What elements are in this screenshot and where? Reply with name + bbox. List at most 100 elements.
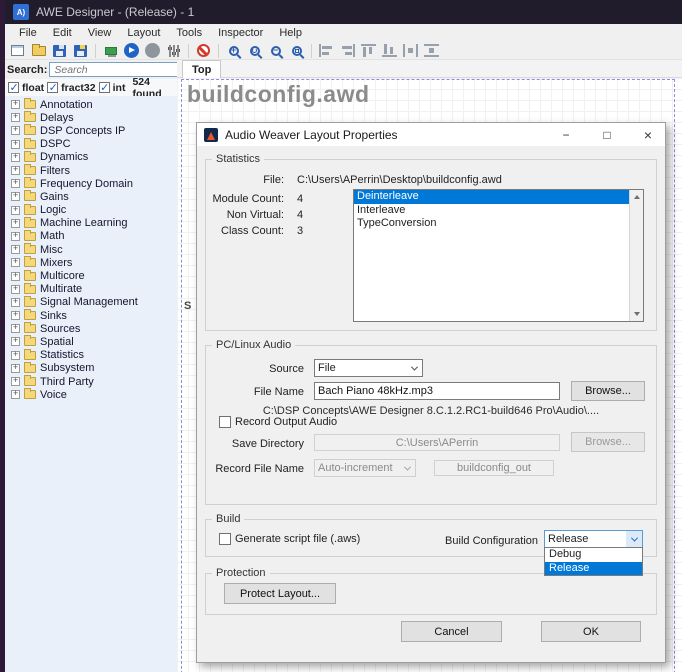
- tree-item-subsystem[interactable]: Subsystem: [5, 362, 177, 375]
- option-release[interactable]: Release: [545, 562, 642, 576]
- dialog-title-bar[interactable]: Audio Weaver Layout Properties − □ ×: [197, 123, 665, 146]
- open-icon[interactable]: [30, 43, 47, 59]
- save-as-icon[interactable]: [72, 43, 89, 59]
- menu-inspector[interactable]: Inspector: [210, 25, 271, 41]
- listbox-item[interactable]: Interleave: [354, 204, 643, 218]
- file-name-input[interactable]: Bach Piano 48kHz.mp3: [314, 382, 560, 400]
- expand-plus-icon[interactable]: [11, 337, 20, 346]
- listbox-scrollbar[interactable]: [629, 190, 643, 321]
- menu-edit[interactable]: Edit: [45, 25, 80, 41]
- dropdown-chevron-area[interactable]: [626, 531, 642, 547]
- align-left-icon[interactable]: [318, 43, 335, 59]
- distribute-horizontal-icon[interactable]: [402, 43, 419, 59]
- expand-plus-icon[interactable]: [11, 377, 20, 386]
- tree-item-voice[interactable]: Voice: [5, 388, 177, 401]
- tree-item-statistics[interactable]: Statistics: [5, 349, 177, 362]
- expand-plus-icon[interactable]: [11, 232, 20, 241]
- int-checkbox[interactable]: [99, 82, 110, 93]
- stop-icon[interactable]: [144, 43, 161, 59]
- build-configuration-dropdown[interactable]: Release: [544, 530, 643, 548]
- tree-item-delays[interactable]: Delays: [5, 111, 177, 124]
- tree-item-spatial[interactable]: Spatial: [5, 335, 177, 348]
- expand-plus-icon[interactable]: [11, 351, 20, 360]
- source-dropdown[interactable]: File: [314, 359, 423, 377]
- tree-item-frequency-domain[interactable]: Frequency Domain: [5, 177, 177, 190]
- audio-levels-icon[interactable]: [165, 43, 182, 59]
- fract32-checkbox[interactable]: [47, 82, 58, 93]
- expand-plus-icon[interactable]: [11, 219, 20, 228]
- option-debug[interactable]: Debug: [545, 548, 642, 562]
- expand-plus-icon[interactable]: [11, 272, 20, 281]
- expand-plus-icon[interactable]: [11, 206, 20, 215]
- tree-item-signal-management[interactable]: Signal Management: [5, 296, 177, 309]
- scroll-down-icon[interactable]: [634, 312, 640, 316]
- expand-plus-icon[interactable]: [11, 192, 20, 201]
- menu-layout[interactable]: Layout: [119, 25, 168, 41]
- tree-item-sinks[interactable]: Sinks: [5, 309, 177, 322]
- menu-file[interactable]: File: [11, 25, 45, 41]
- tree-item-machine-learning[interactable]: Machine Learning: [5, 217, 177, 230]
- expand-plus-icon[interactable]: [11, 324, 20, 333]
- disconnect-icon[interactable]: [195, 43, 212, 59]
- zoom-fit-icon[interactable]: [288, 43, 305, 59]
- target-connect-icon[interactable]: [102, 43, 119, 59]
- expand-plus-icon[interactable]: [11, 245, 20, 254]
- menu-view[interactable]: View: [80, 25, 120, 41]
- distribute-vertical-icon[interactable]: [423, 43, 440, 59]
- tree-item-multicore[interactable]: Multicore: [5, 269, 177, 282]
- ok-button[interactable]: OK: [541, 621, 641, 642]
- expand-plus-icon[interactable]: [11, 285, 20, 294]
- scroll-up-icon[interactable]: [634, 195, 640, 199]
- play-icon[interactable]: [123, 43, 140, 59]
- tree-item-math[interactable]: Math: [5, 230, 177, 243]
- tree-item-logic[interactable]: Logic: [5, 204, 177, 217]
- tab-top[interactable]: Top: [182, 60, 221, 78]
- expand-plus-icon[interactable]: [11, 258, 20, 267]
- tree-item-gains[interactable]: Gains: [5, 190, 177, 203]
- tree-item-annotation[interactable]: Annotation: [5, 98, 177, 111]
- zoom-in-icon[interactable]: +: [225, 43, 242, 59]
- listbox-item[interactable]: TypeConversion: [354, 217, 643, 231]
- new-window-icon[interactable]: [9, 43, 26, 59]
- close-button[interactable]: ×: [631, 123, 665, 146]
- zoom-out-icon[interactable]: −: [267, 43, 284, 59]
- tree-item-filters[interactable]: Filters: [5, 164, 177, 177]
- align-bottom-icon[interactable]: [381, 43, 398, 59]
- menu-tools[interactable]: Tools: [168, 25, 210, 41]
- record-output-checkbox[interactable]: [219, 416, 231, 428]
- tree-item-multirate[interactable]: Multirate: [5, 283, 177, 296]
- tree-item-mixers[interactable]: Mixers: [5, 256, 177, 269]
- tree-item-sources[interactable]: Sources: [5, 322, 177, 335]
- expand-plus-icon[interactable]: [11, 364, 20, 373]
- float-checkbox[interactable]: [8, 82, 19, 93]
- generate-script-checkbox[interactable]: [219, 533, 231, 545]
- tree-item-dsp-concepts-ip[interactable]: DSP Concepts IP: [5, 124, 177, 137]
- menu-help[interactable]: Help: [271, 25, 310, 41]
- protect-layout-button[interactable]: Protect Layout...: [224, 583, 336, 604]
- search-input[interactable]: [52, 63, 193, 77]
- zoom-refresh-icon[interactable]: [246, 43, 263, 59]
- dropdown-chevron-area[interactable]: [406, 360, 422, 376]
- expand-plus-icon[interactable]: [11, 298, 20, 307]
- expand-plus-icon[interactable]: [11, 179, 20, 188]
- expand-plus-icon[interactable]: [11, 100, 20, 109]
- browse-file-button[interactable]: Browse...: [571, 381, 645, 401]
- tree-item-dynamics[interactable]: Dynamics: [5, 151, 177, 164]
- expand-plus-icon[interactable]: [11, 311, 20, 320]
- expand-plus-icon[interactable]: [11, 390, 20, 399]
- align-top-icon[interactable]: [360, 43, 377, 59]
- save-icon[interactable]: [51, 43, 68, 59]
- expand-plus-icon[interactable]: [11, 126, 20, 135]
- tree-item-third-party[interactable]: Third Party: [5, 375, 177, 388]
- tree-item-misc[interactable]: Misc: [5, 243, 177, 256]
- expand-plus-icon[interactable]: [11, 140, 20, 149]
- expand-plus-icon[interactable]: [11, 166, 20, 175]
- expand-plus-icon[interactable]: [11, 153, 20, 162]
- tree-item-dspc[interactable]: DSPC: [5, 138, 177, 151]
- module-class-listbox[interactable]: Deinterleave Interleave TypeConversion: [353, 189, 644, 322]
- title-bar[interactable]: A) AWE Designer - (Release) - 1: [5, 0, 682, 24]
- minimize-button[interactable]: −: [549, 123, 583, 146]
- listbox-item-selected[interactable]: Deinterleave: [354, 190, 643, 204]
- maximize-button[interactable]: □: [590, 123, 624, 146]
- align-right-icon[interactable]: [339, 43, 356, 59]
